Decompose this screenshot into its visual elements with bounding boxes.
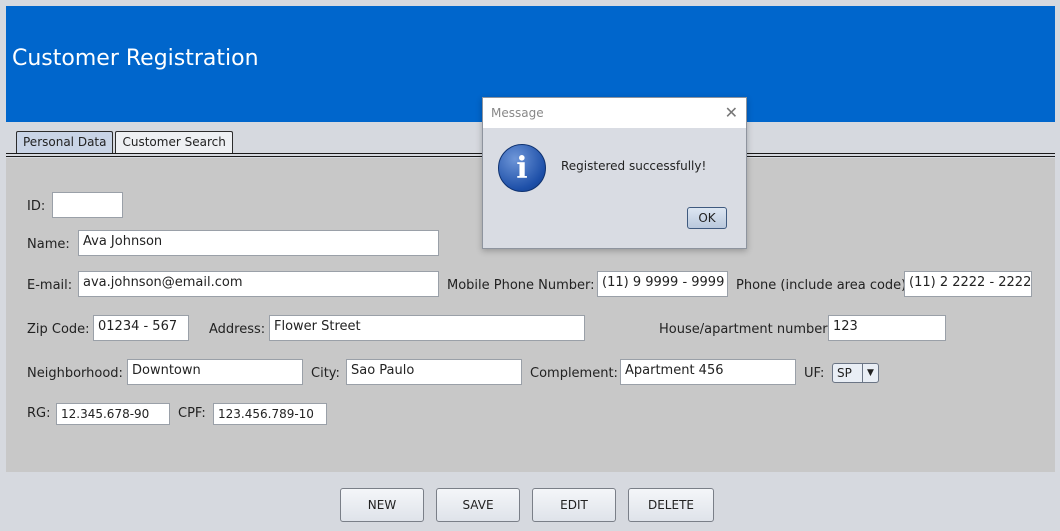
ok-button[interactable]: OK — [687, 207, 727, 229]
complement-label: Complement: — [530, 366, 618, 381]
neighborhood-field[interactable]: Downtown — [127, 359, 303, 385]
mobile-field[interactable]: (11) 9 9999 - 9999 — [597, 271, 728, 297]
name-field[interactable]: Ava Johnson — [78, 230, 439, 256]
dialog-title: Message — [491, 106, 544, 120]
mobile-label: Mobile Phone Number: — [447, 278, 595, 293]
tab-personal-data[interactable]: Personal Data — [16, 131, 114, 153]
delete-button[interactable]: DELETE — [628, 488, 714, 522]
tab-bar: Personal Data Customer Search — [16, 131, 235, 153]
zip-field[interactable]: 01234 - 567 — [93, 315, 189, 341]
id-field[interactable] — [52, 192, 123, 218]
uf-select[interactable]: SP ▼ — [832, 363, 879, 383]
phone-label: Phone (include area code): — [736, 278, 911, 293]
cpf-field[interactable]: 123.456.789-10 — [213, 403, 327, 425]
info-icon: i — [498, 144, 546, 192]
rg-field[interactable]: 12.345.678-90 — [56, 403, 170, 425]
message-dialog: Message ✕ i Registered successfully! OK — [482, 97, 747, 249]
edit-button[interactable]: EDIT — [532, 488, 616, 522]
dialog-message: Registered successfully! — [561, 159, 707, 173]
email-field[interactable]: ava.johnson@email.com — [78, 271, 439, 297]
zip-label: Zip Code: — [27, 322, 90, 337]
house-label: House/apartment number: — [659, 322, 832, 337]
new-button[interactable]: NEW — [340, 488, 424, 522]
city-field[interactable]: Sao Paulo — [346, 359, 522, 385]
neighborhood-label: Neighborhood: — [27, 366, 123, 381]
uf-label: UF: — [804, 366, 825, 381]
page-title: Customer Registration — [12, 46, 259, 71]
customer-registration-window: Customer Registration Personal Data Cust… — [0, 0, 1060, 531]
complement-field[interactable]: Apartment 456 — [620, 359, 796, 385]
close-icon[interactable]: ✕ — [725, 103, 738, 122]
address-label: Address: — [209, 322, 266, 337]
chevron-down-icon[interactable]: ▼ — [862, 364, 878, 382]
uf-selected-value: SP — [837, 366, 852, 380]
name-label: Name: — [27, 237, 70, 252]
save-button[interactable]: SAVE — [436, 488, 520, 522]
rg-label: RG: — [27, 406, 51, 421]
id-label: ID: — [27, 199, 46, 214]
email-label: E-mail: — [27, 278, 73, 293]
tab-customer-search[interactable]: Customer Search — [115, 131, 233, 153]
cpf-label: CPF: — [178, 406, 206, 421]
house-field[interactable]: 123 — [828, 315, 946, 341]
city-label: City: — [311, 366, 340, 381]
dialog-titlebar[interactable]: Message ✕ — [483, 98, 746, 128]
address-field[interactable]: Flower Street — [269, 315, 585, 341]
phone-field[interactable]: (11) 2 2222 - 2222 — [904, 271, 1032, 297]
